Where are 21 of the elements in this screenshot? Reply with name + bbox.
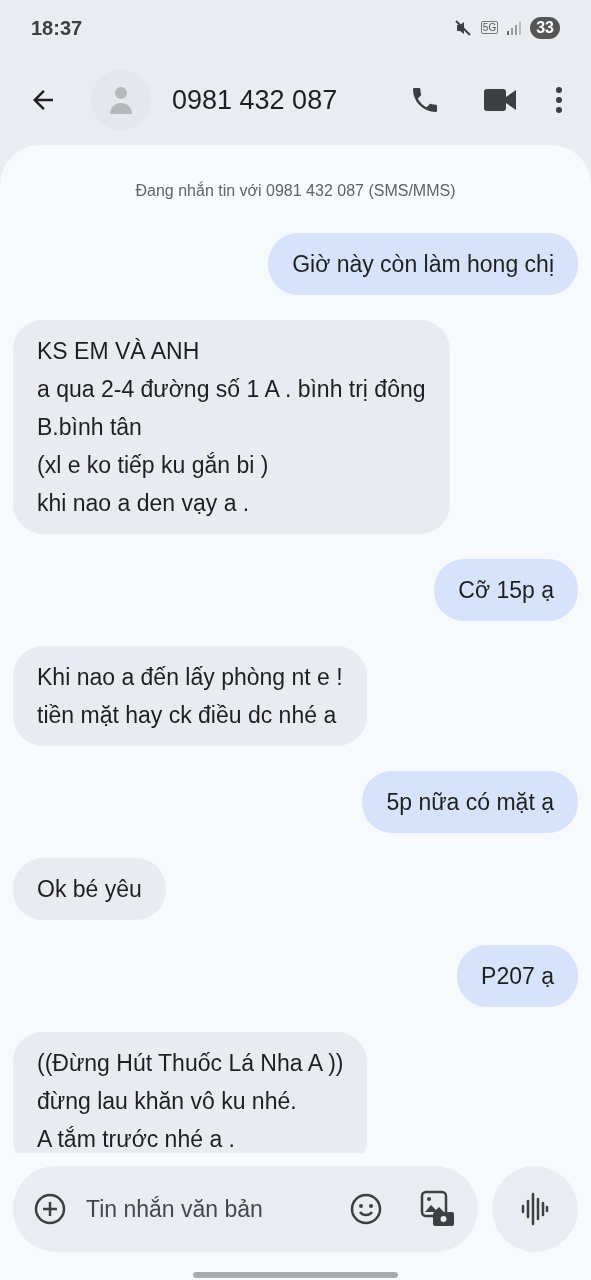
sent-message-bubble: Cỡ 15p ạ (434, 559, 578, 621)
sent-message-bubble: P207 ạ (457, 945, 578, 1007)
received-message-bubble: Khi nao a đến lấy phòng nt e ! tiền mặt hay ck điều dc nhé a (13, 646, 367, 746)
battery-indicator: 33 (530, 16, 560, 39)
gallery-camera-icon[interactable] (420, 1190, 456, 1228)
more-icon[interactable] (555, 86, 563, 114)
network-label: 5G (480, 21, 499, 34)
emoji-icon[interactable] (350, 1193, 382, 1225)
sent-message-bubble: 5p nữa có mặt ạ (362, 771, 578, 833)
status-time: 18:37 (31, 15, 83, 41)
message-input[interactable]: Tin nhắn văn bản (86, 1191, 350, 1227)
waveform-icon (521, 1192, 549, 1226)
person-icon (109, 86, 133, 114)
sent-message-bubble: Giờ này còn làm hong chị (268, 233, 578, 295)
received-message-bubble: KS EM VÀ ANH a qua 2-4 đường số 1 A . bình trị đông B.bình tân (xl e ko tiếp ku gắn bi ) khi nao a den vạy a . (13, 320, 450, 534)
add-icon[interactable] (34, 1193, 66, 1225)
signal-icon (506, 19, 523, 36)
received-message-bubble: ((Đừng Hút Thuốc Lá Nha A )) đừng lau khăn vô ku nhé. A tắm trước nhé a . (13, 1032, 368, 1153)
contact-name: 0981 432 087 (172, 83, 339, 117)
received-message-bubble: Ok bé yêu (13, 858, 166, 920)
conversation-info: Đang nhắn tin với 0981 432 087 (SMS/MMS) (134, 180, 457, 201)
